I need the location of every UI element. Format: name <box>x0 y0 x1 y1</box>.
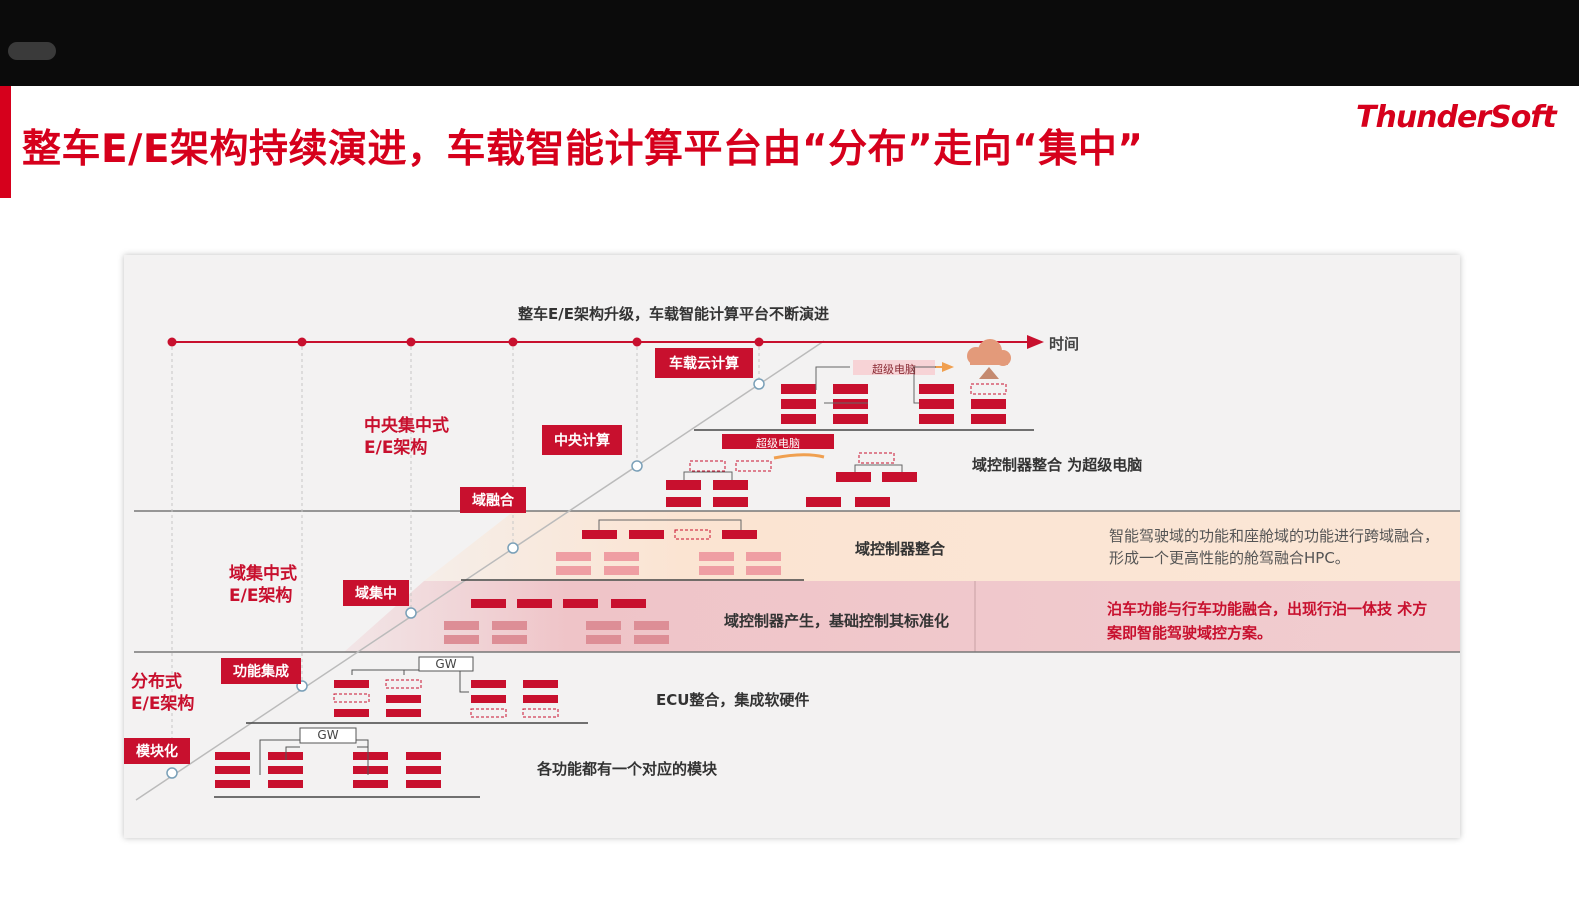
timeline-dot-cloud <box>754 337 764 347</box>
super-computer-label-cloud: 超级电脑 <box>872 363 916 376</box>
note-modular: 各功能都有一个对应的模块 <box>537 760 718 778</box>
note-central-compute: 域控制器整合 为超级电脑 <box>972 456 1143 474</box>
timeline-dot-domain <box>406 337 416 347</box>
timeline-arrowhead <box>1027 335 1044 349</box>
super-computer-label-central: 超级电脑 <box>756 437 800 450</box>
function-ecu-stacks <box>334 680 558 717</box>
note-function-integration: ECU整合，集成软硬件 <box>656 691 810 709</box>
gateway-label-function: GW <box>435 657 457 671</box>
video-top-bar <box>0 0 1579 86</box>
timeline-dot-fusion <box>508 337 518 347</box>
stage-tag-cloud-compute: 车载云计算 <box>655 348 753 378</box>
architecture-distributed-label: 分布式 E/E架构 <box>131 671 194 715</box>
domain-description: 泊车功能与行车功能融合，出现行泊一体技 术方案即智能驾驶域控方案。 <box>1107 600 1428 642</box>
timeline-axis-label: 时间 <box>1049 335 1080 353</box>
central-ecu-stacks <box>666 472 917 507</box>
architecture-distributed-line1: 分布式 <box>131 672 182 692</box>
stage-tag-domain-centralized: 域集中 <box>343 580 409 606</box>
stage-node-domain <box>405 607 417 619</box>
stage-tag-domain-fusion: 域融合 <box>460 487 526 513</box>
thundersoft-logo: ThunderSoft <box>1356 100 1557 135</box>
note-domain-fusion: 域控制器整合 <box>855 540 946 558</box>
stage-tag-central-compute: 中央计算 <box>542 425 622 455</box>
note-domain-centralized: 域控制器产生，基础控制其标准化 <box>724 612 950 630</box>
stage-node-central <box>631 460 643 472</box>
timeline-dot-modular <box>167 337 177 347</box>
architecture-central-line2: E/E架构 <box>364 438 428 458</box>
diagram-heading: 整车E/E架构升级，车载智能计算平台不断演进 <box>518 305 829 323</box>
timeline-dot-function <box>297 337 307 347</box>
cloud-icon <box>967 339 1011 366</box>
architecture-central-line1: 中央集中式 <box>364 416 449 436</box>
stage-node-modular <box>166 767 178 779</box>
architecture-distributed-line2: E/E架构 <box>131 694 195 714</box>
player-control-pill[interactable] <box>8 42 56 60</box>
architecture-domain-line2: E/E架构 <box>229 586 293 606</box>
title-accent-bar <box>0 86 11 198</box>
timeline-dot-central <box>632 337 642 347</box>
slide-title: 整车E/E架构持续演进，车载智能计算平台由“分布”走向“集中” <box>22 127 1144 172</box>
stage-node-cloud <box>753 378 765 390</box>
central-link-arrow <box>773 453 825 460</box>
stage-node-fusion <box>507 542 519 554</box>
architecture-domain-label: 域集中式 E/E架构 <box>229 563 297 607</box>
modular-ecu-stacks <box>215 752 441 788</box>
architecture-diagram-panel: 整车E/E架构升级，车载智能计算平台不断演进 时间 分布式 E/E架构 域集中式… <box>124 255 1460 838</box>
stage-tag-modular: 模块化 <box>124 738 190 764</box>
architecture-central-label: 中央集中式 E/E架构 <box>364 415 449 459</box>
cloud-ecu-stacks <box>781 384 1006 424</box>
stage-tag-function-integration: 功能集成 <box>221 658 301 684</box>
fusion-description: 智能驾驶域的功能和座舱域的功能进行跨域融合，形成一个更高性能的舱驾融合HPC。 <box>1109 527 1440 567</box>
architecture-domain-line1: 域集中式 <box>229 564 297 584</box>
gateway-label-modular: GW <box>317 728 339 742</box>
